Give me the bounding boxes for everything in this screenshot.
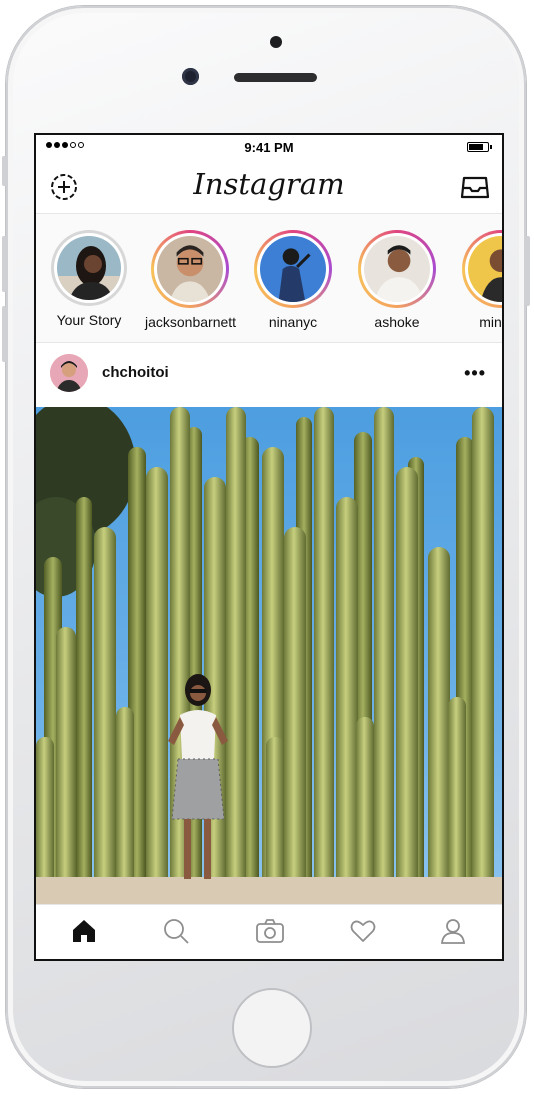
proximity-sensor <box>270 36 282 48</box>
story-ring <box>462 230 502 308</box>
post-header: chchoitoi ••• <box>36 343 502 405</box>
power-button <box>525 236 530 306</box>
story-item[interactable]: jacksonbarnett <box>145 230 237 330</box>
avatar <box>157 236 223 302</box>
home-button[interactable] <box>232 988 312 1068</box>
volume-up-button <box>2 236 7 292</box>
app-screen: 9:41 PM Instagram Your Story jacksonbarn… <box>34 133 504 961</box>
more-options-button[interactable]: ••• <box>464 363 486 384</box>
story-ring <box>254 230 332 308</box>
story-item[interactable]: ashoke <box>352 230 442 330</box>
story-ring <box>51 230 127 306</box>
front-camera <box>182 68 199 85</box>
avatar <box>364 236 430 302</box>
story-username: minzzz <box>479 314 502 330</box>
battery-icon <box>467 142 492 152</box>
story-username: ninanyc <box>268 314 318 330</box>
heart-icon[interactable] <box>349 917 377 950</box>
story-ring <box>358 230 436 308</box>
story-username: ashoke <box>374 314 420 330</box>
stories-tray[interactable]: Your Story jacksonbarnett ninanyc ashoke… <box>36 214 502 343</box>
search-icon[interactable] <box>162 917 190 950</box>
silent-switch <box>2 156 7 186</box>
story-username: jacksonbarnett <box>145 314 237 330</box>
story-username: Your Story <box>56 312 122 328</box>
story-item[interactable]: minzzz <box>456 230 502 330</box>
profile-icon[interactable] <box>439 917 467 950</box>
earpiece-speaker <box>234 73 317 82</box>
tab-bar <box>36 904 502 959</box>
avatar <box>57 236 121 300</box>
story-ring <box>151 230 229 308</box>
app-header: Instagram <box>36 161 502 214</box>
camera-icon[interactable] <box>255 917 285 950</box>
status-bar: 9:41 PM <box>36 135 502 161</box>
story-item[interactable]: ninanyc <box>248 230 338 330</box>
post-image[interactable] <box>36 407 502 905</box>
inbox-tray-icon[interactable] <box>460 173 490 206</box>
status-time: 9:41 PM <box>244 140 294 155</box>
volume-down-button <box>2 306 7 362</box>
post-username[interactable]: chchoitoi <box>102 364 169 381</box>
avatar[interactable] <box>50 354 88 392</box>
app-logo: Instagram <box>193 167 345 201</box>
story-item[interactable]: Your Story <box>44 230 134 328</box>
avatar <box>260 236 326 302</box>
home-icon[interactable] <box>70 917 98 950</box>
